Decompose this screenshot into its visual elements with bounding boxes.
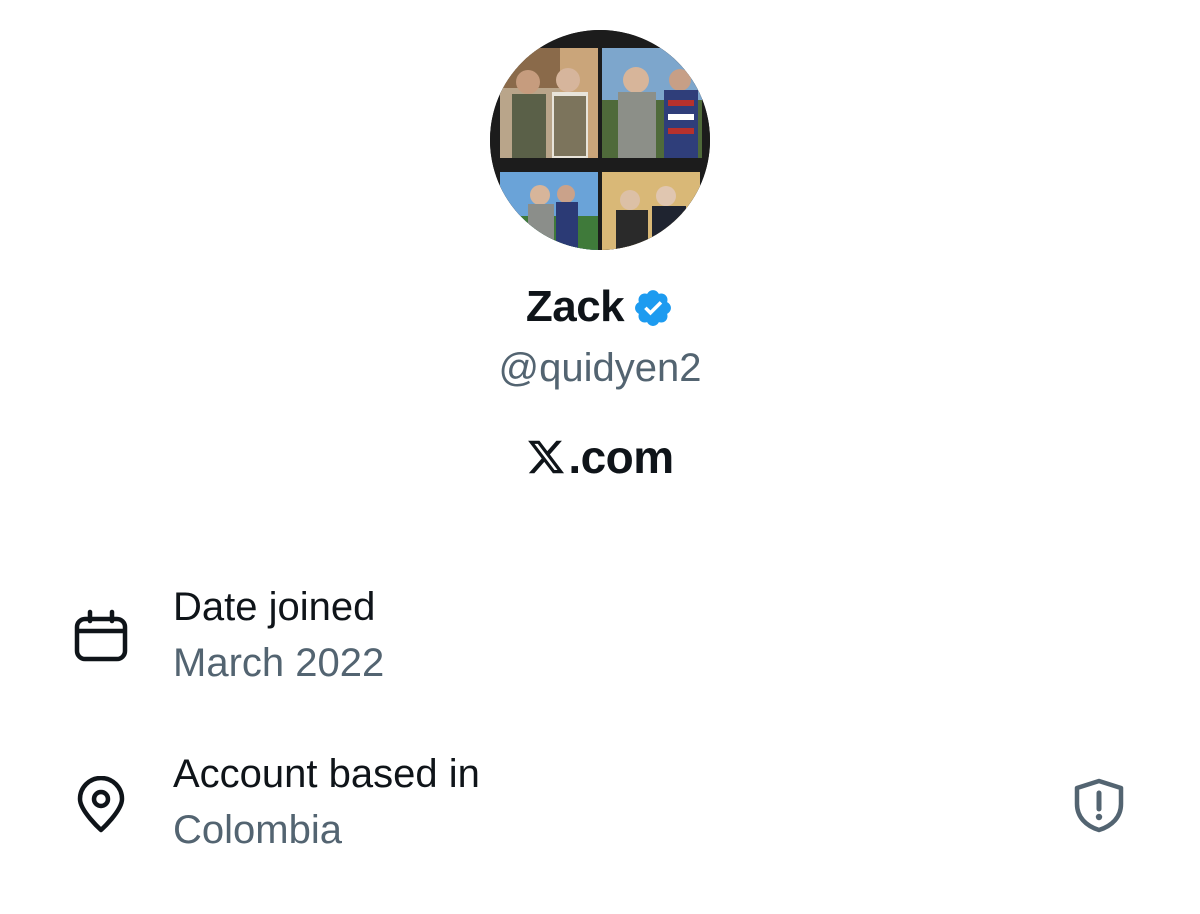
calendar-icon (72, 607, 130, 665)
date-joined-value: March 2022 (173, 641, 385, 685)
account-based-in-row: Account based in Colombia (0, 752, 1200, 872)
user-handle: @quidyen2 (498, 346, 702, 390)
verified-badge-icon[interactable] (632, 285, 674, 329)
display-name: Zack (525, 282, 625, 331)
about-account-page: Zack @quidyen2 .com Date joined March 20… (0, 0, 1200, 914)
date-joined-label: Date joined (173, 585, 376, 629)
account-based-in-value: Colombia (173, 808, 342, 852)
avatar[interactable] (490, 30, 710, 250)
avatar-photo-collage (490, 30, 710, 250)
site-text: .com (568, 431, 674, 483)
name-row: Zack (0, 282, 1200, 332)
site-link[interactable]: .com (0, 430, 1200, 484)
account-based-in-label: Account based in (173, 752, 480, 796)
location-pin-icon (72, 776, 130, 834)
shield-alert-icon[interactable] (1070, 776, 1128, 834)
x-logo-icon (526, 437, 568, 477)
date-joined-row: Date joined March 2022 (0, 585, 1200, 705)
